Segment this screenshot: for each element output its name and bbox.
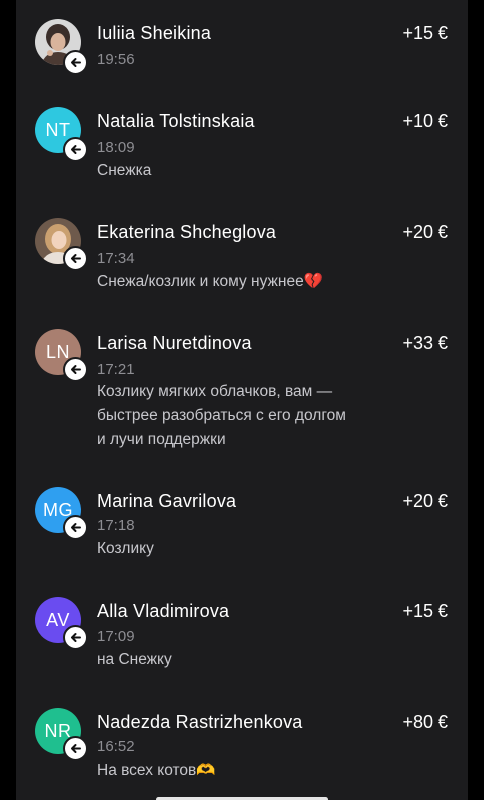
arrow-left-icon xyxy=(71,145,81,154)
sender-name: Ekaterina Shcheglova xyxy=(97,222,277,242)
transaction-row[interactable]: AV Alla Vladimirova +15 € 17:09 на Снежк… xyxy=(16,586,468,697)
incoming-badge xyxy=(63,625,88,650)
time: 17:09 xyxy=(97,628,135,645)
amount: +80 € xyxy=(402,712,448,732)
sender-name: Larisa Nuretdinova xyxy=(97,333,252,353)
incoming-badge xyxy=(63,246,88,271)
transaction-row[interactable]: Iuliia Sheikina +15 € 19:56 xyxy=(16,0,468,95)
amount: +15 € xyxy=(402,23,448,43)
message: Снежа/козлик и кому нужнее💔 xyxy=(97,273,323,290)
time: 17:21 xyxy=(97,361,135,378)
time: 18:09 xyxy=(97,139,135,156)
screen: Iuliia Sheikina +15 € 19:56 NT Natalia T… xyxy=(0,0,484,800)
message: На всех котов🫶 xyxy=(97,762,216,779)
message: Козлику xyxy=(97,540,154,557)
time: 17:18 xyxy=(97,517,135,534)
incoming-badge xyxy=(63,515,88,540)
amount: +33 € xyxy=(402,333,448,353)
transaction-row[interactable]: NT Natalia Tolstinskaia +10 € 18:09 Снеж… xyxy=(16,95,468,206)
amount: +15 € xyxy=(402,601,448,621)
sender-name: Alla Vladimirova xyxy=(97,601,230,621)
incoming-badge xyxy=(63,736,88,761)
amount: +20 € xyxy=(402,222,448,242)
arrow-left-icon xyxy=(71,58,81,67)
arrow-left-icon xyxy=(71,365,81,374)
time: 17:34 xyxy=(97,250,135,267)
incoming-badge xyxy=(63,50,88,75)
amount: +20 € xyxy=(402,491,448,511)
time: 19:56 xyxy=(97,51,135,68)
transaction-row[interactable]: Ekaterina Shcheglova +20 € 17:34 Снежа/к… xyxy=(16,206,468,317)
arrow-left-icon xyxy=(71,523,81,532)
arrow-left-icon xyxy=(71,633,81,642)
arrow-left-icon xyxy=(71,254,81,263)
incoming-badge xyxy=(63,137,88,162)
transaction-row[interactable]: NR Nadezda Rastrizhenkova +80 € 16:52 На… xyxy=(16,697,468,800)
sender-name: Natalia Tolstinskaia xyxy=(97,111,255,131)
amount: +10 € xyxy=(402,111,448,131)
message: Козлику мягких облачков, вам — быстрее р… xyxy=(97,383,346,448)
arrow-left-icon xyxy=(71,744,81,753)
transaction-row[interactable]: LN Larisa Nuretdinova +33 € 17:21 Козлик… xyxy=(16,317,468,475)
incoming-badge xyxy=(63,357,88,382)
time: 16:52 xyxy=(97,738,135,755)
message: Снежка xyxy=(97,162,152,179)
sender-name: Marina Gavrilova xyxy=(97,491,237,511)
avatar-initials: NT xyxy=(45,119,71,140)
sender-name: Iuliia Sheikina xyxy=(97,23,212,43)
sender-name: Nadezda Rastrizhenkova xyxy=(97,712,303,732)
transaction-row[interactable]: MG Marina Gavrilova +20 € 17:18 Козлику xyxy=(16,475,468,586)
message: на Снежку xyxy=(97,651,172,668)
